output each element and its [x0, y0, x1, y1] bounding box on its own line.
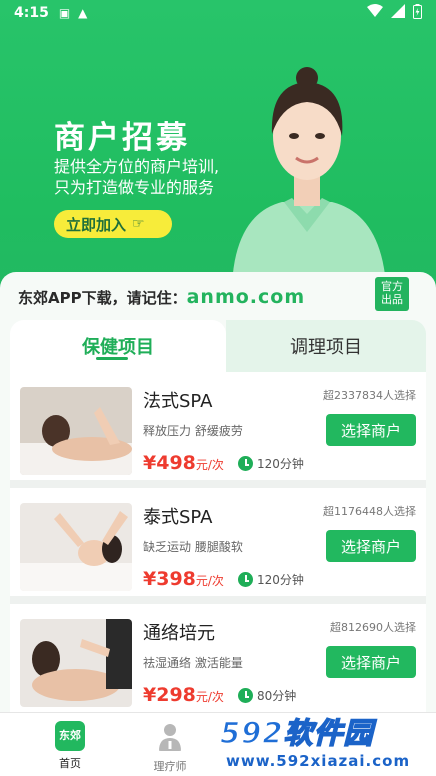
- status-bar: 4:15 ▣ ▲: [0, 0, 436, 26]
- service-duration: 120分钟: [238, 571, 304, 588]
- therapist-icon: [159, 724, 181, 751]
- official-badge-line1: 官方: [381, 280, 403, 293]
- service-price-value: ¥298: [143, 684, 196, 706]
- download-domain: anmo.com: [186, 286, 306, 308]
- download-prefix: 东郊APP下载，请记住：: [18, 289, 187, 307]
- card-divider: [10, 596, 426, 604]
- watermark-url: www.592xiazai.com: [226, 752, 411, 770]
- select-merchant-button[interactable]: 选择商户: [326, 414, 416, 446]
- join-now-button[interactable]: 立即加入 ☞: [54, 210, 172, 238]
- card-divider: [10, 480, 426, 488]
- notification-icon: ▣: [58, 6, 71, 20]
- signal-icon: [391, 4, 405, 22]
- tab-health-items-label: 保健项目: [82, 337, 154, 358]
- service-tags: 祛湿通络 激活能量: [143, 656, 243, 670]
- service-price: ¥298元/次: [143, 684, 224, 706]
- watermark-brand-num: 592: [219, 715, 284, 751]
- tab-therapy-items[interactable]: 调理项目: [226, 320, 426, 372]
- clock-icon: [238, 572, 253, 587]
- service-tags: 释放压力 舒缓疲劳: [143, 424, 243, 438]
- service-price: ¥398元/次: [143, 568, 224, 590]
- service-card[interactable]: 通络培元 超812690人选择 祛湿通络 激活能量 ¥298元/次 80分钟 选…: [10, 604, 426, 710]
- service-duration-value: 80分钟: [257, 689, 297, 703]
- hero-banner[interactable]: 4:15 ▣ ▲ 商户招募 提供全方位的商户培训, 只为打造做专业的服务 立即加…: [0, 0, 436, 300]
- service-thumbnail-french-spa: [20, 387, 132, 475]
- service-price-value: ¥498: [143, 452, 196, 474]
- service-select-count: 超1176448人选择: [323, 505, 416, 518]
- service-price-unit: 元/次: [195, 458, 224, 472]
- service-duration-value: 120分钟: [257, 573, 304, 587]
- service-duration: 120分钟: [238, 455, 304, 472]
- service-price: ¥498元/次: [143, 452, 224, 474]
- nav-home-label: 首页: [59, 757, 81, 770]
- watermark-logo: 592软件园 www.592xiazai.com: [216, 710, 436, 776]
- service-thumbnail-thai-spa: [20, 503, 132, 591]
- active-tab-indicator: [96, 357, 128, 360]
- join-now-label: 立即加入: [66, 215, 127, 234]
- woman-portrait-image: [232, 67, 386, 284]
- clock-icon: [238, 456, 253, 471]
- service-name: 通络培元: [143, 623, 215, 644]
- select-merchant-button[interactable]: 选择商户: [326, 530, 416, 562]
- warning-icon: ▲: [78, 6, 88, 20]
- home-icon: 东郊: [55, 721, 85, 751]
- service-name: 法式SPA: [143, 391, 213, 412]
- wifi-icon: [367, 4, 383, 22]
- service-thumbnail-meridian: [20, 619, 132, 707]
- nav-therapist-label: 理疗师: [153, 760, 187, 773]
- service-duration-value: 120分钟: [257, 457, 304, 471]
- tab-therapy-items-label: 调理项目: [290, 337, 362, 358]
- official-badge-line2: 出品: [381, 293, 403, 306]
- service-tags: 缺乏运动 腰腿酸软: [143, 540, 243, 554]
- battery-icon: [413, 3, 422, 23]
- service-price-unit: 元/次: [195, 574, 224, 588]
- service-price-unit: 元/次: [195, 690, 224, 704]
- service-card[interactable]: 法式SPA 超2337834人选择 释放压力 舒缓疲劳 ¥498元/次 120分…: [10, 372, 426, 478]
- nav-home[interactable]: 东郊 首页: [40, 721, 100, 771]
- service-name: 泰式SPA: [143, 507, 213, 528]
- hero-title: 商户招募: [54, 120, 190, 156]
- download-banner: 东郊APP下载，请记住：anmo.com: [18, 286, 305, 308]
- nav-therapist[interactable]: 理疗师: [140, 721, 200, 774]
- watermark-brand-text: 软件园: [283, 715, 374, 751]
- category-tabs: 保健项目 调理项目: [10, 320, 426, 372]
- service-select-count: 超812690人选择: [330, 621, 416, 634]
- service-card[interactable]: 泰式SPA 超1176448人选择 缺乏运动 腰腿酸软 ¥398元/次 120分…: [10, 488, 426, 594]
- tab-health-items[interactable]: 保健项目: [10, 320, 226, 372]
- service-select-count: 超2337834人选择: [323, 389, 416, 402]
- service-duration: 80分钟: [238, 687, 296, 704]
- select-merchant-button[interactable]: 选择商户: [326, 646, 416, 678]
- status-time: 4:15: [14, 5, 49, 21]
- clock-icon: [238, 688, 253, 703]
- watermark-brand: 592软件园: [219, 710, 374, 752]
- official-badge: 官方 出品: [375, 277, 409, 311]
- service-price-value: ¥398: [143, 568, 196, 590]
- pointing-hand-icon: ☞: [132, 216, 145, 232]
- service-list: 法式SPA 超2337834人选择 释放压力 舒缓疲劳 ¥498元/次 120分…: [10, 372, 426, 712]
